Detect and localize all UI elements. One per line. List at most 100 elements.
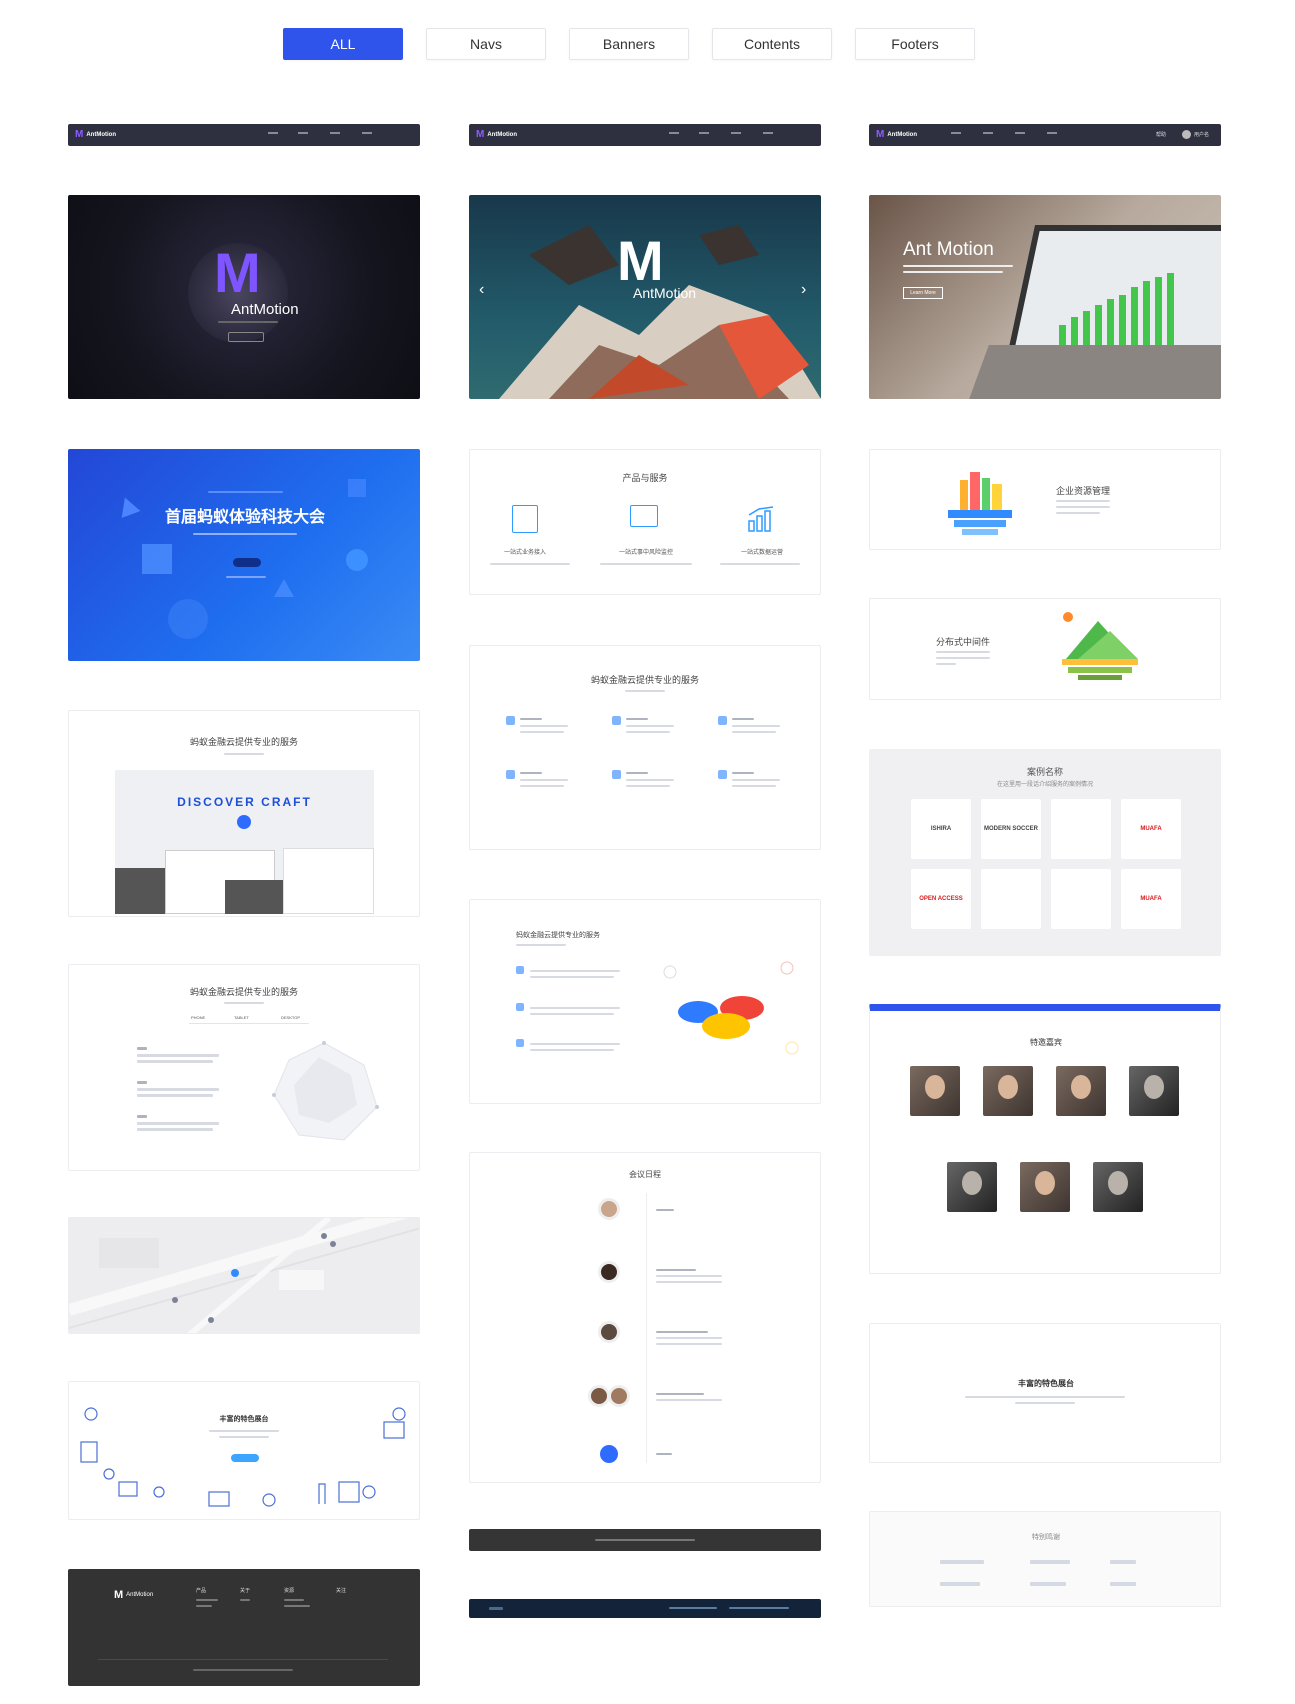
content-template-pie[interactable]: 蚂蚁金融云提供专业的服务	[469, 899, 821, 1104]
partner-logo	[1030, 1560, 1070, 1564]
footer-col-title: 关注	[336, 1588, 347, 1594]
nav-template-3[interactable]: M AntMotion 帮助 用户名	[869, 124, 1221, 146]
team-photo	[947, 1162, 997, 1212]
banner-button	[233, 558, 261, 567]
feature-text	[732, 725, 780, 727]
filter-contents-button[interactable]: Contents	[712, 28, 832, 60]
content-template-cases[interactable]: 案例名称 在这里用一段话介绍服务的案例情况 ISHIRA MODERN SOCC…	[869, 749, 1221, 956]
filter-banners-button[interactable]: Banners	[569, 28, 689, 60]
feature-text	[520, 725, 568, 727]
next-arrow-icon[interactable]: ›	[801, 281, 806, 299]
nav-item	[362, 132, 372, 134]
schedule-text	[656, 1453, 672, 1455]
section-subtitle	[516, 944, 566, 946]
footer-link	[196, 1605, 212, 1607]
section-title: 特别鸣谢	[1032, 1534, 1060, 1541]
content-template-partners[interactable]: 特别鸣谢	[869, 1511, 1221, 1607]
banner-button	[228, 332, 264, 342]
copyright	[595, 1539, 695, 1541]
feature-text	[732, 779, 780, 781]
footer-link	[669, 1607, 717, 1609]
team-photo	[1020, 1162, 1070, 1212]
brand-name: AntMotion	[887, 131, 917, 138]
nav-item	[298, 132, 308, 134]
section-text	[936, 651, 990, 653]
banner-template-cn[interactable]: 首届蚂蚁体验科技大会	[68, 449, 420, 661]
section-title: 特邀嘉宾	[1030, 1038, 1062, 1047]
content-template-tabs[interactable]: 蚂蚁金融云提供专业的服务 PHONE TABLET DESKTOP	[68, 964, 420, 1171]
nav-item	[983, 132, 993, 134]
footer-template-1[interactable]: M AntMotion 产品 关于 资源 关注	[68, 1569, 420, 1686]
section-text	[1056, 500, 1110, 502]
circle-shape	[346, 549, 368, 571]
brand-name: AntMotion	[126, 1592, 154, 1598]
feature-title	[626, 772, 648, 774]
section-title: 蚂蚁金融云提供专业的服务	[189, 737, 298, 747]
footer-template-2[interactable]	[469, 1529, 821, 1551]
tab-tablet: TABLET	[234, 1015, 249, 1020]
feature-icon	[506, 716, 515, 725]
banner-template-1[interactable]: M AntMotion	[68, 195, 420, 399]
schedule-text	[656, 1343, 722, 1345]
feature-text	[520, 779, 568, 781]
section-title: 产品与服务	[622, 473, 668, 483]
map-template[interactable]	[68, 1217, 420, 1334]
footer-link	[284, 1599, 304, 1601]
laptop-keyboard	[969, 345, 1221, 399]
section-text	[936, 663, 956, 665]
nav-template-2[interactable]: M AntMotion	[469, 124, 821, 146]
feature-icon	[516, 966, 524, 974]
content-template-team[interactable]: 特邀嘉宾	[869, 1004, 1221, 1274]
feature-title	[732, 718, 754, 720]
prev-arrow-icon[interactable]: ‹	[479, 281, 484, 299]
avatar	[588, 1385, 610, 1407]
feature-text	[626, 779, 674, 781]
schedule-text	[656, 1269, 696, 1271]
feature-text	[530, 976, 614, 978]
feature-text	[626, 725, 674, 727]
content-template-discover[interactable]: 蚂蚁金融云提供专业的服务 DISCOVER CRAFT	[68, 710, 420, 917]
filter-all-button[interactable]: ALL	[283, 28, 403, 60]
nav-template-1[interactable]: M AntMotion	[68, 124, 420, 146]
section-title: 企业资源管理	[1056, 486, 1111, 496]
team-photo	[910, 1066, 960, 1116]
filter-footers-button[interactable]: Footers	[855, 28, 975, 60]
content-template-showcase[interactable]: 丰富的特色展台	[68, 1381, 420, 1520]
team-photo	[1129, 1066, 1179, 1116]
content-template-showcase-2[interactable]: 丰富的特色展台	[869, 1323, 1221, 1463]
feature-title	[626, 718, 648, 720]
feature-text	[530, 970, 620, 972]
section-title: 丰富的特色展台	[1018, 1379, 1074, 1388]
content-template-grid[interactable]: 蚂蚁金融云提供专业的服务	[469, 645, 821, 850]
feature-title	[520, 718, 542, 720]
content-template-products[interactable]: 产品与服务 一站式业务接入 一站式事中风险监控 一站式数据运营	[469, 449, 821, 595]
content-template-schedule[interactable]: 会议日程	[469, 1152, 821, 1483]
footer-template-3[interactable]	[469, 1599, 821, 1618]
banner-text	[903, 265, 1013, 267]
city-illustration	[948, 472, 1012, 535]
content-template-enterprise[interactable]: 企业资源管理	[869, 449, 1221, 550]
brand-mark-icon: M	[214, 241, 261, 304]
banner-template-3[interactable]: Ant Motion Learn More	[869, 195, 1221, 399]
feature-text	[626, 785, 670, 787]
radar-graphic	[272, 1041, 379, 1141]
feature-icon	[516, 1039, 524, 1047]
feature-text	[732, 731, 776, 733]
monitor-icon	[630, 505, 658, 527]
feature-heading	[137, 1081, 147, 1084]
case-logo	[1051, 799, 1111, 859]
content-template-middleware[interactable]: 分布式中间件	[869, 598, 1221, 700]
filter-navs-button[interactable]: Navs	[426, 28, 546, 60]
section-subtitle	[224, 1002, 264, 1004]
banner-note	[226, 576, 266, 578]
brand-name: AntMotion	[487, 131, 517, 138]
avatar	[600, 1445, 618, 1463]
feature-title	[520, 772, 542, 774]
team-photo	[1056, 1066, 1106, 1116]
brand-mark-icon: M	[876, 129, 885, 140]
banner-template-2[interactable]: ‹ › M AntMotion	[469, 195, 821, 399]
avatar	[608, 1385, 630, 1407]
feature-text	[137, 1088, 219, 1091]
schedule-text	[656, 1281, 722, 1283]
feature-text	[520, 731, 564, 733]
